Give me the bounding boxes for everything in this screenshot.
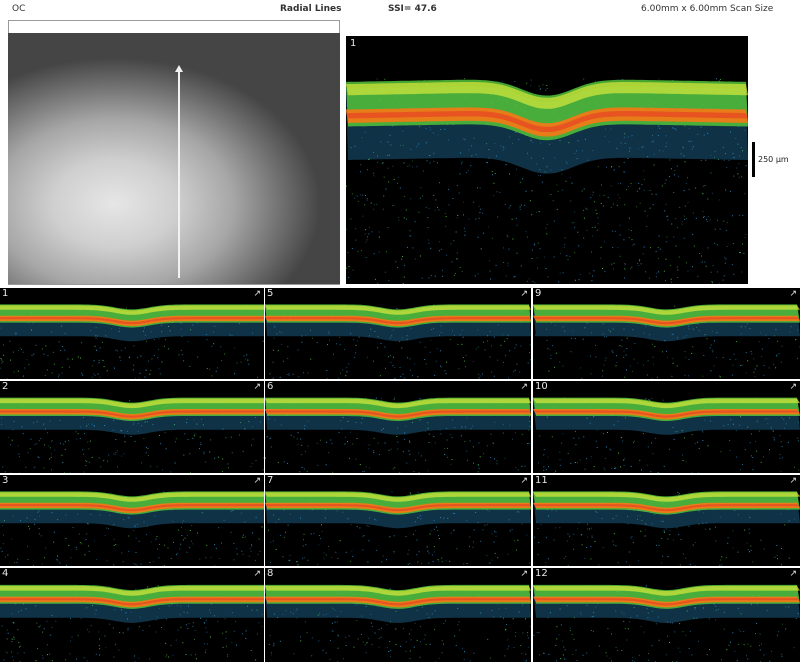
main-bscan-number: 1 bbox=[350, 38, 357, 49]
bscan-image bbox=[265, 304, 531, 379]
scan-direction-arrow-icon: ↗ bbox=[520, 289, 528, 299]
bscan-tile-number: 2 bbox=[2, 381, 9, 392]
bscan-tile[interactable]: 9 ↗ bbox=[533, 288, 800, 379]
bscan-image bbox=[265, 397, 531, 473]
scale-bar bbox=[752, 142, 755, 177]
scan-direction-arrow-icon bbox=[175, 65, 183, 72]
scan-direction-arrow-icon: ↗ bbox=[253, 476, 261, 486]
bscan-image bbox=[0, 584, 264, 662]
bscan-image bbox=[533, 584, 800, 662]
scan-direction-arrow-icon: ↗ bbox=[789, 476, 797, 486]
bscan-tile-number: 7 bbox=[267, 475, 274, 486]
scan-direction-arrow-icon: ↗ bbox=[520, 382, 528, 392]
scan-size-label: 6.00mm x 6.00mm Scan Size bbox=[641, 4, 774, 14]
bscan-tile[interactable]: 10 ↗ bbox=[533, 381, 800, 473]
scan-direction-arrow-icon: ↗ bbox=[520, 476, 528, 486]
bscan-tile-number: 8 bbox=[267, 568, 274, 579]
ssi-label: SSI= 47.6 bbox=[388, 4, 437, 14]
bscan-tile[interactable]: 8 ↗ bbox=[265, 568, 531, 662]
bscan-tile[interactable]: 4 ↗ bbox=[0, 568, 264, 662]
main-bscan[interactable]: 1 bbox=[346, 36, 748, 284]
bscan-image bbox=[0, 491, 264, 566]
bscan-tile-number: 3 bbox=[2, 475, 9, 486]
bscan-image bbox=[265, 584, 531, 662]
bscan-image bbox=[0, 397, 264, 473]
bscan-tile[interactable]: 3 ↗ bbox=[0, 475, 264, 566]
bscan-tile-number: 6 bbox=[267, 381, 274, 392]
bscan-tile-number: 5 bbox=[267, 288, 274, 299]
bscan-image bbox=[0, 304, 264, 379]
bscan-tile[interactable]: 6 ↗ bbox=[265, 381, 531, 473]
scan-pattern-label: Radial Lines bbox=[280, 4, 342, 14]
bscan-tile-number: 9 bbox=[535, 288, 542, 299]
eye-label: OC bbox=[12, 4, 26, 14]
scan-direction-arrow-icon: ↗ bbox=[253, 382, 261, 392]
scan-direction-arrow-icon: ↗ bbox=[520, 569, 528, 579]
bscan-tile[interactable]: 1 ↗ bbox=[0, 288, 264, 379]
bscan-tile-number: 1 bbox=[2, 288, 9, 299]
bscan-image bbox=[533, 397, 800, 473]
bscan-tile-number: 11 bbox=[535, 475, 548, 486]
fundus-image[interactable] bbox=[8, 33, 340, 284]
scale-bar-label: 250 µm bbox=[758, 155, 789, 164]
bscan-tile-number: 4 bbox=[2, 568, 9, 579]
scan-direction-arrow-icon: ↗ bbox=[253, 289, 261, 299]
bscan-tile[interactable]: 12 ↗ bbox=[533, 568, 800, 662]
bscan-image bbox=[265, 491, 531, 566]
scan-direction-arrow-icon: ↗ bbox=[789, 569, 797, 579]
bscan-tile[interactable]: 2 ↗ bbox=[0, 381, 264, 473]
bscan-tile-number: 10 bbox=[535, 381, 548, 392]
bscan-image bbox=[533, 304, 800, 379]
bscan-image bbox=[533, 491, 800, 566]
bscan-tile[interactable]: 11 ↗ bbox=[533, 475, 800, 566]
scan-line bbox=[178, 68, 180, 278]
bscan-image bbox=[346, 78, 748, 284]
scan-direction-arrow-icon: ↗ bbox=[253, 569, 261, 579]
scan-direction-arrow-icon: ↗ bbox=[789, 289, 797, 299]
scan-direction-arrow-icon: ↗ bbox=[789, 382, 797, 392]
bscan-tile[interactable]: 7 ↗ bbox=[265, 475, 531, 566]
bscan-tile[interactable]: 5 ↗ bbox=[265, 288, 531, 379]
bscan-tile-number: 12 bbox=[535, 568, 548, 579]
